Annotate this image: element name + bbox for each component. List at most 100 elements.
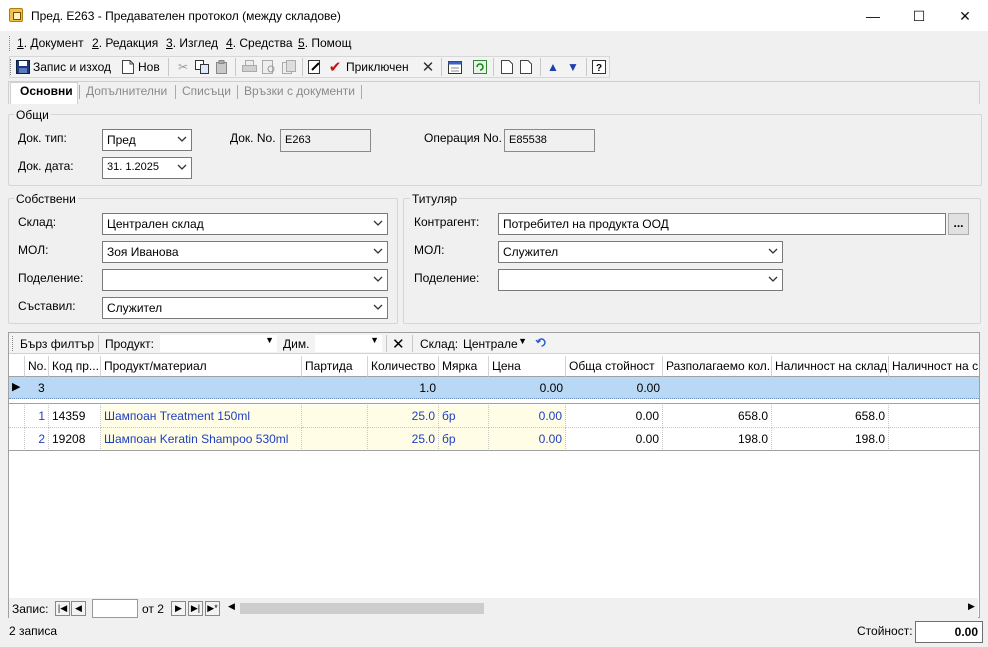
col-batch[interactable]: Партида: [302, 356, 368, 377]
col-available-qty[interactable]: Разполагаемо кол.: [663, 356, 772, 377]
chevron-down-icon: [373, 304, 383, 310]
page-copy-icon[interactable]: [518, 59, 534, 75]
mol-select[interactable]: Зоя Иванова: [102, 241, 388, 263]
tab-document-links[interactable]: Връзки с документи: [244, 84, 355, 98]
tab-lists[interactable]: Списъци: [182, 84, 231, 98]
col-stock-other[interactable]: Наличност на с: [889, 356, 979, 377]
finished-button[interactable]: Приключен: [346, 60, 409, 74]
first-record-button[interactable]: |◀: [55, 601, 70, 616]
menu-view[interactable]: 3. Изглед: [166, 36, 218, 50]
refresh-icon[interactable]: [472, 59, 488, 75]
doc-date-picker[interactable]: 31. 1.2025: [102, 157, 192, 179]
minimize-button[interactable]: —: [850, 0, 896, 32]
col-no[interactable]: No.: [25, 356, 49, 377]
grid-row-header-corner: [9, 356, 25, 377]
save-exit-button[interactable]: Запис и изход: [33, 60, 111, 74]
page-icon[interactable]: [499, 59, 515, 75]
division-select[interactable]: [102, 269, 388, 291]
operation-no-field: E85538: [504, 129, 595, 152]
col-warehouse-stock[interactable]: Наличност на склад: [772, 356, 889, 377]
new-document-icon: [120, 59, 136, 75]
arrow-down-icon[interactable]: ▼: [565, 59, 581, 75]
menu-edit[interactable]: 2. Редакция: [92, 36, 158, 50]
menu-help[interactable]: 5. Помощ: [298, 36, 351, 50]
tab-additional[interactable]: Допълнителни: [86, 84, 167, 98]
toolbar-separator: [493, 58, 494, 76]
dropdown-arrow-icon: ▼: [265, 335, 274, 345]
col-quantity[interactable]: Количество: [368, 356, 439, 377]
prev-record-button[interactable]: ◀: [71, 601, 86, 616]
help-icon[interactable]: ?: [591, 59, 607, 75]
cut-icon[interactable]: ✂: [175, 59, 191, 75]
toolbar-separator: [540, 58, 541, 76]
new-row-separator: [9, 400, 979, 404]
next-record-button[interactable]: ▶: [171, 601, 186, 616]
menu-tools[interactable]: 4. Средства: [226, 36, 293, 50]
menu-document[interactable]: 1. Документ: [17, 36, 84, 50]
author-select[interactable]: Служител: [102, 297, 388, 319]
copy-icon[interactable]: [194, 59, 210, 75]
last-record-button[interactable]: ▶|: [188, 601, 203, 616]
partner-browse-button[interactable]: ...: [948, 213, 969, 235]
edit-icon[interactable]: [307, 59, 323, 75]
paste-icon[interactable]: [214, 59, 230, 75]
warehouse-label: Склад:: [18, 215, 57, 229]
partner-field[interactable]: Потребител на продукта ООД: [498, 213, 946, 235]
tab-main[interactable]: Основни: [20, 84, 73, 98]
filter-refresh-icon[interactable]: [535, 336, 548, 352]
export-icon[interactable]: [281, 59, 297, 75]
chevron-down-icon: [177, 136, 187, 142]
horizontal-scrollbar-thumb[interactable]: [240, 603, 484, 614]
warehouse-filter-select[interactable]: Централе ▼: [463, 335, 529, 352]
record-count-label: от 2: [142, 602, 164, 616]
dropdown-arrow-icon: ▼: [518, 336, 527, 346]
record-number-input[interactable]: [92, 599, 138, 618]
chevron-down-icon: [768, 248, 778, 254]
doc-type-select[interactable]: Пред: [102, 129, 192, 151]
clear-filter-icon[interactable]: ✕: [392, 335, 405, 353]
chevron-down-icon: [373, 248, 383, 254]
print-preview-icon[interactable]: [261, 59, 277, 75]
new-record-button[interactable]: ▶*: [205, 601, 220, 616]
cancel-x-icon[interactable]: ✕: [420, 59, 436, 76]
filter-grip: [12, 336, 15, 351]
col-price[interactable]: Цена: [489, 356, 566, 377]
grid-rows-bottom-line: [9, 450, 979, 451]
value-label: Стойност:: [857, 624, 913, 638]
scroll-left-arrow-icon[interactable]: ◀: [228, 601, 235, 612]
svg-text:?: ?: [596, 63, 602, 74]
mol-label: МОЛ:: [18, 243, 49, 257]
table-row[interactable]: 1 14359 Шампоан Treatment 150ml 25.0 бр …: [9, 405, 979, 428]
table-row[interactable]: 2 19208 Шампоан Keratin Shampoo 530ml 25…: [9, 428, 979, 451]
product-filter-label: Продукт:: [105, 337, 154, 351]
dim-filter-select[interactable]: ▼: [315, 335, 382, 352]
print-icon[interactable]: [241, 59, 257, 75]
warehouse-select[interactable]: Централен склад: [102, 213, 388, 235]
holder-mol-select[interactable]: Служител: [498, 241, 783, 263]
doc-no-field: E263: [280, 129, 371, 152]
close-button[interactable]: ✕: [942, 0, 988, 32]
maximize-button[interactable]: ☐: [896, 0, 942, 32]
chevron-down-icon: [373, 220, 383, 226]
new-button[interactable]: Нов: [138, 60, 160, 74]
chevron-down-icon: [177, 164, 187, 170]
toolbar-separator: [168, 58, 169, 76]
record-label: Запис:: [12, 602, 49, 616]
holder-mol-label: МОЛ:: [414, 243, 445, 257]
col-product[interactable]: Продукт/материал: [101, 356, 302, 377]
scroll-right-arrow-icon[interactable]: ▶: [968, 601, 975, 612]
product-filter-select[interactable]: ▼: [160, 335, 277, 352]
calendar-icon[interactable]: [447, 59, 463, 75]
own-group-title: Собствени: [14, 192, 78, 206]
arrow-up-icon[interactable]: ▲: [545, 59, 561, 75]
operation-no-label: Операция No.: [424, 131, 502, 145]
tab-separator: [175, 85, 176, 99]
holder-division-select[interactable]: [498, 269, 783, 291]
col-product-code[interactable]: Код пр...: [49, 356, 101, 377]
col-unit[interactable]: Мярка: [439, 356, 489, 377]
checkmark-icon: ✔: [328, 59, 342, 76]
col-total-value[interactable]: Обща стойност: [566, 356, 663, 377]
filter-separator: [98, 335, 99, 352]
total-value-field: 0.00: [915, 621, 983, 643]
division-label: Поделение:: [18, 271, 84, 285]
